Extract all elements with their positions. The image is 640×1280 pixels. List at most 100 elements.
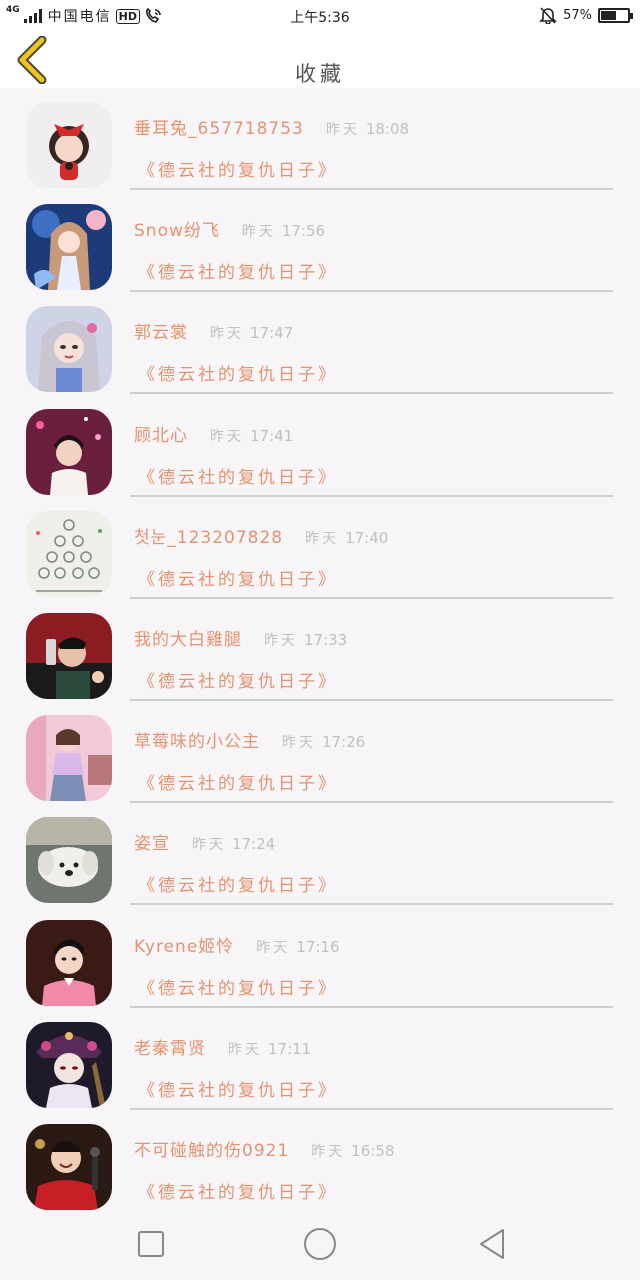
avatar-girl-red-bow xyxy=(26,102,112,188)
username[interactable]: 郭云裳 xyxy=(134,318,188,343)
avatar[interactable] xyxy=(26,510,112,597)
work-title-link[interactable]: 《德云社的复仇日子》 xyxy=(138,156,338,181)
battery-level xyxy=(601,10,616,20)
work-title-link[interactable]: 《德云社的复仇日子》 xyxy=(138,1178,338,1203)
avatar-girl-pink-room xyxy=(26,715,112,802)
list-item-content[interactable]: 不可碰触的伤0921 昨天 16:58 《德云社的复仇日子》 xyxy=(130,1110,613,1210)
work-title-link[interactable]: 《德云社的复仇日子》 xyxy=(138,463,338,488)
list-item-content[interactable]: 垂耳兔_657718753 昨天 18:08 《德云社的复仇日子》 xyxy=(130,88,613,190)
back-nav-button[interactable] xyxy=(472,1224,512,1264)
timestamp: 16:58 xyxy=(351,1141,395,1160)
list-item[interactable]: 不可碰触的伤0921 昨天 16:58 《德云社的复仇日子》 xyxy=(0,1110,640,1210)
username[interactable]: 첫눈_123207828 xyxy=(134,523,283,548)
list-item-meta: 垂耳兔_657718753 昨天 18:08 xyxy=(134,114,409,139)
status-right: 57% xyxy=(539,6,633,24)
work-title-link[interactable]: 《德云社的复仇日子》 xyxy=(138,258,338,283)
recent-apps-button[interactable] xyxy=(131,1224,171,1264)
list-item[interactable]: Kyrene姬怜 昨天 17:16 《德云社的复仇日子》 xyxy=(0,906,640,1008)
list-item[interactable]: 草莓味的小公主 昨天 17:26 《德云社的复仇日子》 xyxy=(0,701,640,804)
circle-icon xyxy=(304,1228,336,1260)
timestamp: 17:41 xyxy=(250,426,294,445)
list-item[interactable]: 첫눈_123207828 昨天 17:40 《德云社的复仇日子》 xyxy=(0,497,640,599)
list-item-content[interactable]: 첫눈_123207828 昨天 17:40 《德云社的复仇日子》 xyxy=(130,497,613,599)
work-title-link[interactable]: 《德云社的复仇日子》 xyxy=(138,360,338,385)
list-item-content[interactable]: 我的大白雞腿 昨天 17:33 《德云社的复仇日子》 xyxy=(130,599,613,701)
list-item-content[interactable]: 顾北心 昨天 17:41 《德云社的复仇日子》 xyxy=(130,395,613,497)
username[interactable]: Snow纷飞 xyxy=(134,216,220,241)
time-day-label: 昨天 xyxy=(264,632,298,649)
work-title-link[interactable]: 《德云社的复仇日子》 xyxy=(138,871,338,896)
username[interactable]: 姿宣 xyxy=(134,829,170,854)
work-title-link[interactable]: 《德云社的复仇日子》 xyxy=(138,1076,338,1101)
list-item-meta: 草莓味的小公主 昨天 17:26 xyxy=(134,727,365,752)
time-day-label: 昨天 xyxy=(311,1143,346,1160)
battery-percent: 57% xyxy=(563,7,592,23)
username[interactable]: 我的大白雞腿 xyxy=(134,625,242,650)
list-item-content[interactable]: Snow纷飞 昨天 17:56 《德云社的复仇日子》 xyxy=(130,190,613,293)
time-day-label: 昨天 xyxy=(256,939,291,956)
avatar[interactable] xyxy=(26,204,112,291)
timestamp: 17:11 xyxy=(268,1039,312,1058)
list-item-content[interactable]: 郭云裳 昨天 17:47 《德云社的复仇日子》 xyxy=(130,292,613,395)
list-item-content[interactable]: Kyrene姬怜 昨天 17:16 《德云社的复仇日子》 xyxy=(130,906,613,1008)
time-day-label: 昨天 xyxy=(325,122,360,138)
list-item-meta: 不可碰触的伤0921 昨天 16:58 xyxy=(134,1136,395,1161)
home-button[interactable] xyxy=(300,1224,340,1264)
username[interactable]: 顾北心 xyxy=(134,421,188,446)
timestamp: 17:47 xyxy=(250,324,294,343)
work-title-link[interactable]: 《德云社的复仇日子》 xyxy=(138,974,338,999)
work-title-link[interactable]: 《德云社的复仇日子》 xyxy=(138,565,338,590)
avatar-anime-girl-blue xyxy=(26,204,112,291)
avatar[interactable] xyxy=(26,102,112,188)
username[interactable]: 草莓味的小公主 xyxy=(134,727,260,752)
time-day-label: 昨天 xyxy=(305,530,340,547)
list-item-meta: 我的大白雞腿 昨天 17:33 xyxy=(134,625,347,650)
avatar-sketch-pyramid xyxy=(26,510,112,597)
username[interactable]: 老秦霄贤 xyxy=(134,1034,206,1059)
favorites-list[interactable]: 垂耳兔_657718753 昨天 18:08 《德云社的复仇日子》 Snow纷飞 昨天 17… xyxy=(0,88,640,1210)
avatar[interactable] xyxy=(26,306,112,393)
list-item-content[interactable]: 姿宣 昨天 17:24 《德云社的复仇日子》 xyxy=(130,803,613,906)
time-day-label: 昨天 xyxy=(210,428,244,445)
timestamp: 17:33 xyxy=(304,630,348,649)
list-item[interactable]: 垂耳兔_657718753 昨天 18:08 《德云社的复仇日子》 xyxy=(0,88,640,190)
timestamp: 17:26 xyxy=(322,733,366,752)
list-item-meta: Kyrene姬怜 昨天 17:16 xyxy=(134,932,340,957)
timestamp: 17:24 xyxy=(232,835,276,854)
timestamp: 17:16 xyxy=(296,937,340,956)
battery-icon xyxy=(598,7,633,23)
timestamp: 17:56 xyxy=(281,222,326,241)
list-item[interactable]: 郭云裳 昨天 17:47 《德云社的复仇日子》 xyxy=(0,292,640,395)
avatar[interactable] xyxy=(26,408,112,495)
list-item-meta: 郭云裳 昨天 17:47 xyxy=(134,318,293,343)
list-item-meta: 老秦霄贤 昨天 17:11 xyxy=(134,1034,311,1059)
triangle-back-icon xyxy=(480,1229,504,1259)
time-day-label: 昨天 xyxy=(241,224,276,241)
avatar[interactable] xyxy=(26,817,112,904)
work-title-link[interactable]: 《德云社的复仇日子》 xyxy=(138,769,338,794)
username[interactable]: 垂耳兔_657718753 xyxy=(134,114,304,139)
status-bar: 4G 中国电信 HD 上午5:36 57% xyxy=(0,0,640,32)
avatar[interactable] xyxy=(26,919,112,1006)
list-item[interactable]: 老秦霄贤 昨天 17:11 《德云社的复仇日子》 xyxy=(0,1008,640,1110)
list-item[interactable]: 顾北心 昨天 17:41 《德云社的复仇日子》 xyxy=(0,395,640,497)
list-item-content[interactable]: 草莓味的小公主 昨天 17:26 《德云社的复仇日子》 xyxy=(130,701,613,804)
avatar[interactable] xyxy=(26,1021,112,1108)
avatar[interactable] xyxy=(26,1123,112,1210)
list-item-meta: 첫눈_123207828 昨天 17:40 xyxy=(134,523,388,548)
avatar-anime-headdress xyxy=(26,1021,112,1108)
avatar[interactable] xyxy=(26,715,112,802)
timestamp: 17:40 xyxy=(345,528,389,547)
work-title-link[interactable]: 《德云社的复仇日子》 xyxy=(138,667,338,692)
list-item[interactable]: 姿宣 昨天 17:24 《德云社的复仇日子》 xyxy=(0,803,640,906)
avatar-singer-red xyxy=(26,612,112,699)
avatar-man-pink-shirt xyxy=(26,919,112,1006)
page-title: 收藏 xyxy=(295,62,345,86)
list-item[interactable]: 我的大白雞腿 昨天 17:33 《德云社的复仇日子》 xyxy=(0,599,640,701)
username[interactable]: Kyrene姬怜 xyxy=(134,932,234,957)
list-item-content[interactable]: 老秦霄贤 昨天 17:11 《德云社的复仇日子》 xyxy=(130,1008,613,1110)
avatar[interactable] xyxy=(26,612,112,699)
avatar-girl-silver-hair xyxy=(26,306,112,393)
username[interactable]: 不可碰触的伤0921 xyxy=(134,1136,289,1161)
list-item[interactable]: Snow纷飞 昨天 17:56 《德云社的复仇日子》 xyxy=(0,190,640,293)
